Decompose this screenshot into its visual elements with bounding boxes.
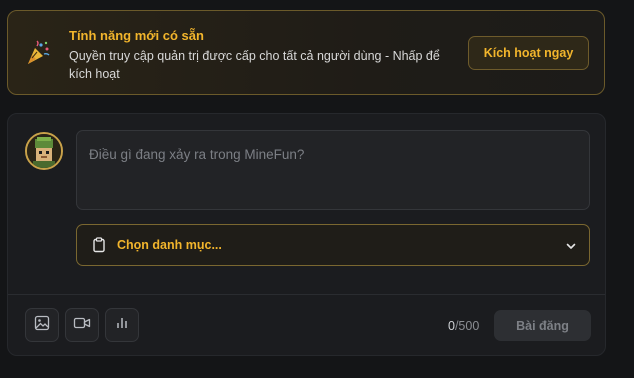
category-label: Chọn danh mục... — [117, 238, 222, 252]
post-composer: Điều gì đang xảy ra trong MineFun? Chọn … — [7, 113, 606, 356]
banner-description: Quyền truy cập quản trị được cấp cho tất… — [69, 49, 440, 81]
post-text-input[interactable]: Điều gì đang xảy ra trong MineFun? — [76, 130, 590, 210]
add-poll-button[interactable] — [105, 308, 139, 342]
character-counter: 0/500 — [448, 319, 479, 333]
post-button[interactable]: Bài đăng — [494, 310, 591, 341]
party-popper-icon — [25, 40, 51, 66]
add-image-button[interactable] — [25, 308, 59, 342]
clipboard-icon — [91, 237, 107, 253]
character-limit: /500 — [454, 319, 480, 333]
chevron-down-icon — [565, 239, 577, 251]
poll-icon — [114, 315, 130, 336]
banner-title: Tính năng mới có sẵn — [69, 28, 204, 43]
divider — [8, 294, 605, 295]
video-icon — [73, 315, 91, 336]
category-select[interactable]: Chọn danh mục... — [76, 224, 590, 266]
character-count: 0 — [448, 319, 455, 333]
activate-now-button[interactable]: Kích hoạt ngay — [468, 36, 589, 70]
avatar[interactable] — [25, 132, 63, 170]
image-icon — [34, 315, 50, 336]
add-video-button[interactable] — [65, 308, 99, 342]
feature-announcement-banner[interactable]: Tính năng mới có sẵn Quyền truy cập quản… — [7, 10, 605, 95]
